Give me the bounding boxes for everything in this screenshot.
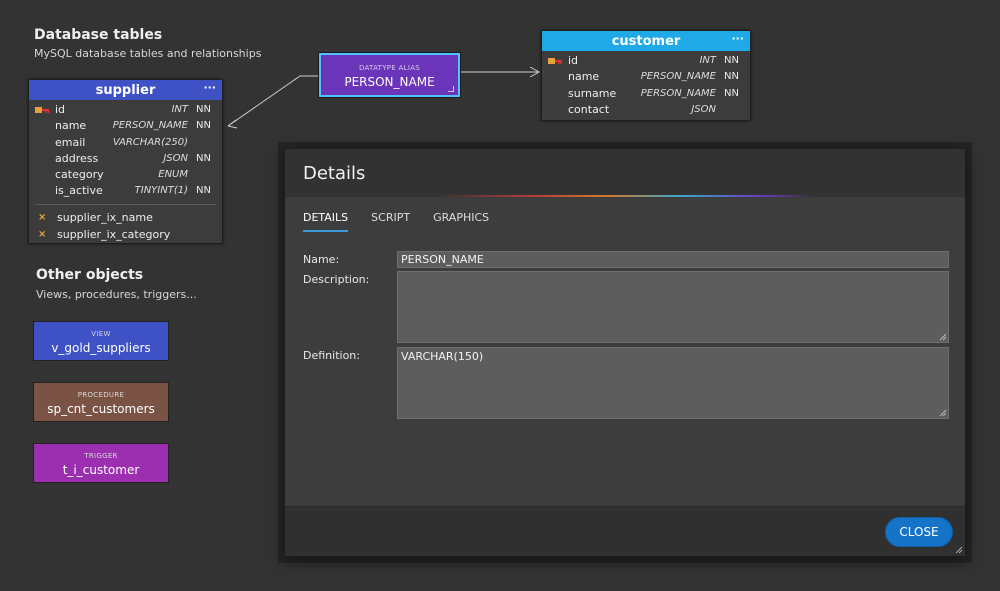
procedure-object[interactable]: PROCEDURE sp_cnt_customers: [33, 382, 169, 422]
customer-column-row[interactable]: contact JSON: [542, 102, 750, 118]
primary-key-icon: [548, 58, 562, 64]
column-name: email: [55, 135, 86, 149]
resize-grip-icon[interactable]: [939, 409, 947, 417]
column-name: name: [55, 119, 87, 133]
tab-graphics[interactable]: GRAPHICS: [433, 211, 489, 232]
column-not-null: NN: [724, 55, 739, 66]
column-name: address: [55, 151, 99, 165]
index-name: supplier_ix_category: [57, 227, 171, 241]
supplier-column-row[interactable]: name PERSON_NAME NN: [29, 118, 222, 134]
resize-corner-icon[interactable]: [448, 86, 454, 92]
resize-grip-icon[interactable]: [939, 333, 947, 341]
column-name: surname: [568, 86, 617, 100]
customer-table[interactable]: customer ··· id INT NN name PERSON_NAME …: [541, 30, 751, 121]
other-objects-subtitle: Views, procedures, triggers...: [36, 288, 197, 301]
object-caption: VIEW: [91, 330, 111, 338]
column-type: TINYINT(1): [134, 185, 188, 197]
alias-caption: DATATYPE ALIAS: [358, 64, 421, 72]
column-type: ENUM: [158, 169, 188, 181]
database-tables-title: Database tables: [34, 27, 163, 43]
index-icon: ⨯: [38, 211, 47, 223]
definition-label: Definition:: [303, 349, 360, 362]
column-name: name: [568, 70, 600, 84]
supplier-column-row[interactable]: id INT NN: [29, 102, 222, 118]
customer-column-row[interactable]: name PERSON_NAME NN: [542, 69, 750, 85]
column-name: id: [55, 103, 66, 116]
dialog-tabs: DETAILS SCRIPT GRAPHICS: [303, 211, 489, 232]
name-label: Name:: [303, 253, 340, 266]
supplier-table-name: supplier: [95, 82, 156, 98]
column-type: INT: [171, 104, 188, 115]
primary-key-icon: [35, 107, 49, 113]
column-not-null: NN: [196, 104, 211, 115]
column-type: JSON: [163, 152, 188, 164]
supplier-table-header[interactable]: supplier ···: [29, 80, 222, 100]
column-name: contact: [568, 102, 610, 116]
column-not-null: NN: [724, 87, 739, 99]
column-type: INT: [699, 55, 716, 66]
column-name: is_active: [55, 184, 103, 198]
column-type: PERSON_NAME: [640, 87, 716, 99]
supplier-index-row[interactable]: ⨯ supplier_ix_name: [29, 209, 222, 226]
column-not-null: NN: [724, 71, 739, 83]
dialog-title: Details: [303, 163, 366, 184]
name-input[interactable]: [397, 251, 949, 268]
column-type: JSON: [691, 103, 716, 115]
dialog-resize-grip-icon[interactable]: [955, 546, 963, 554]
supplier-column-row[interactable]: address JSON NN: [29, 151, 222, 167]
supplier-table[interactable]: supplier ··· id INT NN name PERSON_NAME …: [28, 79, 223, 244]
column-type: PERSON_NAME: [640, 71, 716, 83]
customer-column-row[interactable]: id INT NN: [542, 53, 750, 69]
column-not-null: NN: [196, 120, 211, 132]
column-not-null: NN: [196, 152, 211, 164]
supplier-column-row[interactable]: category ENUM: [29, 167, 222, 183]
index-name: supplier_ix_name: [57, 210, 153, 224]
object-name: v_gold_suppliers: [51, 341, 151, 355]
database-tables-subtitle: MySQL database tables and relationships: [34, 47, 262, 60]
customer-table-menu-icon[interactable]: ···: [731, 32, 744, 45]
tab-details[interactable]: DETAILS: [303, 211, 349, 232]
header-accent-divider: [435, 195, 815, 197]
trigger-object[interactable]: TRIGGER t_i_customer: [33, 443, 169, 483]
column-not-null: NN: [196, 185, 211, 197]
tab-script[interactable]: SCRIPT: [371, 211, 410, 232]
column-name: category: [55, 168, 104, 182]
supplier-table-menu-icon[interactable]: ···: [203, 81, 216, 94]
column-type: PERSON_NAME: [112, 120, 188, 132]
object-caption: TRIGGER: [84, 452, 118, 460]
alias-value: PERSON_NAME: [344, 75, 435, 89]
definition-textarea[interactable]: VARCHAR(150): [397, 347, 949, 419]
object-name: t_i_customer: [62, 463, 140, 477]
columns-index-divider: [35, 203, 216, 205]
customer-table-name: customer: [611, 33, 681, 49]
dialog-header[interactable]: Details: [285, 149, 965, 197]
close-button[interactable]: CLOSE: [885, 517, 953, 547]
description-label: Description:: [303, 273, 370, 286]
column-type: VARCHAR(250): [112, 136, 188, 148]
customer-column-row[interactable]: surname PERSON_NAME NN: [542, 86, 750, 102]
details-dialog[interactable]: Details DETAILS SCRIPT GRAPHICS Name: De…: [284, 148, 966, 557]
column-name: id: [568, 54, 579, 67]
dialog-footer: CLOSE: [285, 506, 965, 556]
supplier-column-row[interactable]: email VARCHAR(250): [29, 135, 222, 151]
view-object[interactable]: VIEW v_gold_suppliers: [33, 321, 169, 361]
datatype-alias-box[interactable]: DATATYPE ALIAS PERSON_NAME: [319, 53, 460, 97]
supplier-index-row[interactable]: ⨯ supplier_ix_category: [29, 226, 222, 243]
description-textarea[interactable]: [397, 271, 949, 343]
index-icon: ⨯: [38, 228, 47, 240]
customer-table-header[interactable]: customer ···: [542, 31, 750, 51]
object-name: sp_cnt_customers: [47, 402, 155, 416]
supplier-column-row[interactable]: is_active TINYINT(1) NN: [29, 183, 222, 199]
object-caption: PROCEDURE: [77, 391, 125, 399]
other-objects-title: Other objects: [36, 267, 144, 283]
